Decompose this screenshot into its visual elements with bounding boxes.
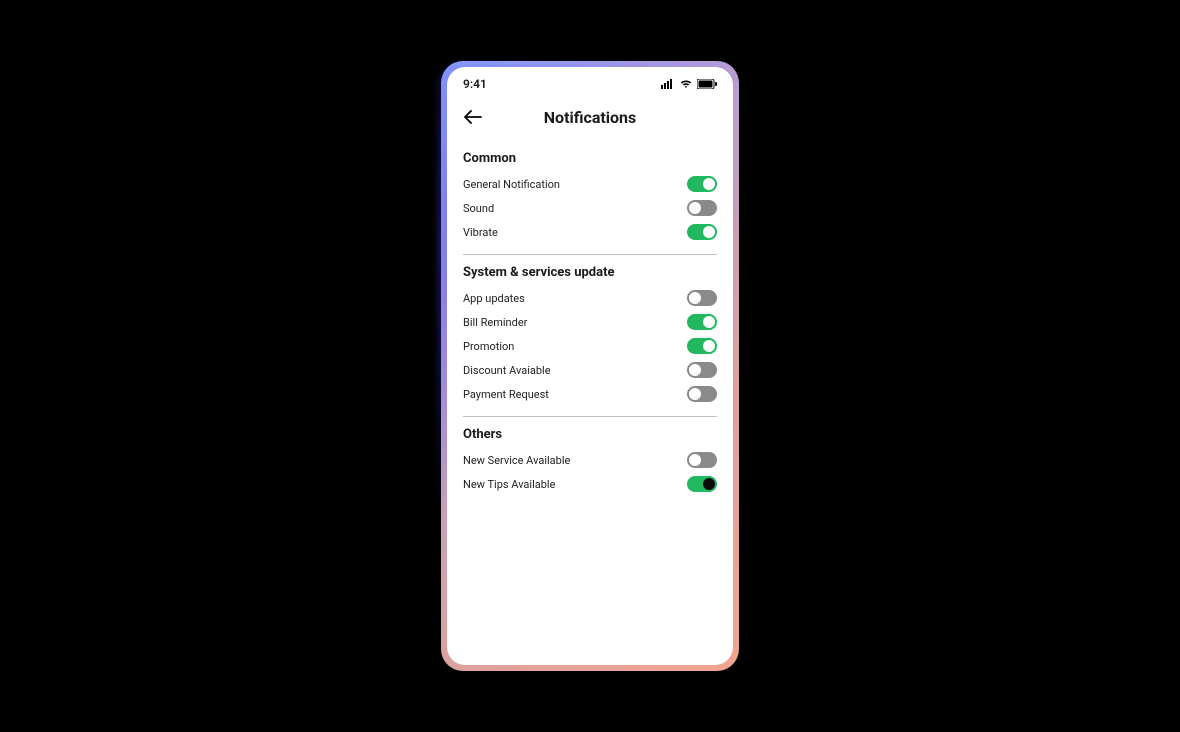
row-label: Vibrate: [463, 226, 498, 239]
row-label: New Tips Available: [463, 478, 555, 491]
row-new-tips-available: New Tips Available: [463, 472, 717, 496]
section-title-common: Common: [463, 151, 717, 166]
row-label: New Service Available: [463, 454, 570, 467]
toggle-discount-available[interactable]: [687, 362, 717, 378]
device-frame: 9:41: [441, 61, 739, 671]
signal-icon: [661, 79, 675, 89]
row-label: Bill Reminder: [463, 316, 527, 329]
row-sound: Sound: [463, 196, 717, 220]
row-general-notification: General Notification: [463, 172, 717, 196]
status-bar: 9:41: [447, 67, 733, 95]
section-system: System & services update App updates Bil…: [463, 255, 717, 417]
section-others: Others New Service Available New Tips Av…: [463, 417, 717, 496]
section-title-system: System & services update: [463, 265, 717, 280]
row-promotion: Promotion: [463, 334, 717, 358]
row-app-updates: App updates: [463, 286, 717, 310]
row-vibrate: Vibrate: [463, 220, 717, 244]
row-label: App updates: [463, 292, 525, 305]
row-payment-request: Payment Request: [463, 382, 717, 406]
row-discount-available: Discount Avaiable: [463, 358, 717, 382]
back-button[interactable]: [463, 107, 483, 127]
page-title: Notifications: [447, 108, 733, 127]
content: Common General Notification Sound Vibrat…: [447, 141, 733, 665]
toggle-payment-request[interactable]: [687, 386, 717, 402]
section-title-others: Others: [463, 427, 717, 442]
toggle-vibrate[interactable]: [687, 224, 717, 240]
status-right: [661, 79, 717, 89]
status-time: 9:41: [463, 77, 487, 91]
phone-screen: 9:41: [447, 67, 733, 665]
toggle-bill-reminder[interactable]: [687, 314, 717, 330]
row-label: General Notification: [463, 178, 560, 191]
header: Notifications: [447, 95, 733, 141]
section-common: Common General Notification Sound Vibrat…: [463, 141, 717, 255]
toggle-general-notification[interactable]: [687, 176, 717, 192]
row-label: Sound: [463, 202, 494, 215]
row-label: Discount Avaiable: [463, 364, 551, 377]
toggle-sound[interactable]: [687, 200, 717, 216]
toggle-app-updates[interactable]: [687, 290, 717, 306]
toggle-promotion[interactable]: [687, 338, 717, 354]
row-label: Payment Request: [463, 388, 549, 401]
toggle-new-tips-available[interactable]: [687, 476, 717, 492]
arrow-left-icon: [464, 110, 482, 124]
battery-icon: [697, 79, 717, 89]
row-label: Promotion: [463, 340, 514, 353]
row-bill-reminder: Bill Reminder: [463, 310, 717, 334]
toggle-new-service-available[interactable]: [687, 452, 717, 468]
row-new-service-available: New Service Available: [463, 448, 717, 472]
wifi-icon: [679, 79, 693, 89]
